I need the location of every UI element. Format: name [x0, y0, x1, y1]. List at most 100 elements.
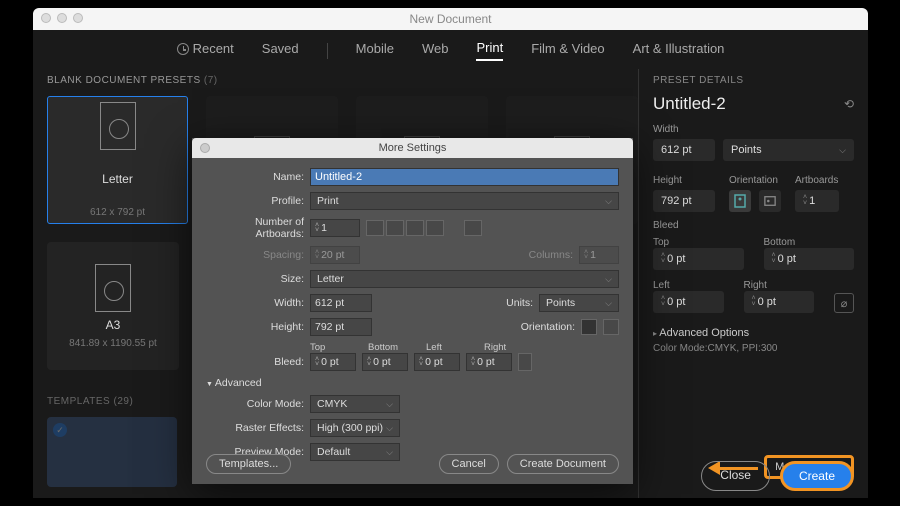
bleed-left-field[interactable]: ˄˅0 pt: [653, 291, 724, 313]
page-icon: [100, 102, 136, 150]
preset-details-panel: PRESET DETAILS Untitled-2 ⟲ Width 612 pt…: [638, 69, 868, 498]
size-select[interactable]: Letter⌵: [310, 270, 619, 288]
height-label: Height:: [206, 321, 304, 333]
clock-icon: [177, 43, 189, 55]
dialog-titlebar: More Settings: [192, 138, 633, 158]
columns-input: ˄˅1: [579, 246, 619, 264]
create-document-button[interactable]: Create Document: [507, 454, 619, 474]
height-input[interactable]: 792 pt: [310, 318, 372, 336]
profile-label: Profile:: [206, 195, 304, 207]
tab-film-video[interactable]: Film & Video: [531, 41, 604, 60]
spacing-label: Spacing:: [206, 249, 304, 261]
preset-name: Letter: [102, 172, 133, 186]
chevron-down-icon: ⌵: [605, 274, 612, 285]
units-select[interactable]: Points⌵: [539, 294, 619, 312]
category-tabs: Recent Saved Mobile Web Print Film & Vid…: [33, 30, 868, 69]
tab-print[interactable]: Print: [476, 40, 503, 61]
bleed-top-field[interactable]: ˄˅0 pt: [653, 248, 744, 270]
advanced-toggle[interactable]: Advanced: [206, 377, 619, 389]
chevron-down-icon: ⌵: [605, 298, 612, 309]
panel-heading: PRESET DETAILS: [653, 75, 854, 86]
chevron-down-icon: ⌵: [839, 145, 846, 156]
bleed-left-input[interactable]: ˄˅0 pt: [414, 353, 460, 371]
tab-web[interactable]: Web: [422, 41, 449, 60]
tab-mobile[interactable]: Mobile: [356, 41, 394, 60]
size-label: Size:: [206, 273, 304, 285]
traffic-lights: [41, 13, 83, 23]
color-mode-info: Color Mode:CMYK, PPI:300: [653, 343, 854, 354]
name-label: Name:: [206, 171, 304, 183]
artboards-input[interactable]: ˄˅1: [310, 219, 360, 237]
orientation-label: Orientation: [729, 175, 781, 186]
height-field[interactable]: 792 pt: [653, 190, 715, 212]
minimize-window-icon[interactable]: [57, 13, 67, 23]
tab-divider: [327, 43, 328, 59]
color-mode-select[interactable]: CMYK⌵: [310, 395, 400, 413]
orientation-label: Orientation:: [521, 321, 575, 333]
bleed-label: Bleed:: [206, 356, 304, 368]
height-label: Height: [653, 175, 715, 186]
document-name[interactable]: Untitled-2 ⟲: [653, 94, 854, 114]
name-input[interactable]: Untitled-2: [310, 168, 619, 186]
preset-size: 612 x 792 pt: [90, 207, 145, 218]
tab-recent[interactable]: Recent: [177, 41, 234, 60]
width-label: Width:: [206, 297, 304, 309]
orientation-landscape-icon[interactable]: [603, 319, 619, 335]
template-card[interactable]: ✓: [47, 417, 177, 487]
grid-by-col-icon[interactable]: [386, 220, 404, 236]
artboards-label: Number of Artboards:: [206, 216, 304, 240]
bleed-bottom-input[interactable]: ˄˅0 pt: [362, 353, 408, 371]
link-bleed-icon[interactable]: [518, 353, 532, 371]
check-icon: ✓: [53, 423, 67, 437]
zoom-window-icon[interactable]: [73, 13, 83, 23]
tab-saved[interactable]: Saved: [262, 41, 299, 60]
preset-a3[interactable]: A3 841.89 x 1190.55 pt: [47, 242, 179, 370]
advanced-options-toggle[interactable]: Advanced Options: [653, 327, 854, 339]
tab-art-illustration[interactable]: Art & Illustration: [633, 41, 725, 60]
color-mode-label: Color Mode:: [206, 398, 304, 410]
grid-by-row-icon[interactable]: [366, 220, 384, 236]
cancel-button[interactable]: Cancel: [439, 454, 499, 474]
create-button[interactable]: Create: [780, 461, 854, 491]
artboards-field[interactable]: ˄˅1: [795, 190, 839, 212]
sync-icon[interactable]: ⟲: [844, 97, 854, 111]
bleed-right-input[interactable]: ˄˅0 pt: [466, 353, 512, 371]
presets-heading: BLANK DOCUMENT PRESETS (7): [47, 75, 638, 86]
close-dialog-icon[interactable]: [200, 143, 210, 153]
orientation-landscape[interactable]: [759, 190, 781, 212]
page-icon: [95, 264, 131, 312]
chevron-down-icon: ⌵: [386, 423, 393, 434]
grid-arrangement: [366, 220, 444, 236]
chevron-down-icon: ⌵: [386, 399, 393, 410]
more-settings-dialog: More Settings Name: Untitled-2 Profile: …: [192, 138, 633, 484]
window-title: New Document: [409, 12, 491, 26]
layout-direction-icon[interactable]: [464, 220, 482, 236]
templates-button[interactable]: Templates...: [206, 454, 291, 474]
units-label: Units:: [506, 297, 533, 309]
width-field[interactable]: 612 pt: [653, 139, 715, 161]
width-input[interactable]: 612 pt: [310, 294, 372, 312]
raster-select[interactable]: High (300 ppi)⌵: [310, 419, 400, 437]
preset-size: 841.89 x 1190.55 pt: [69, 338, 157, 349]
chevron-down-icon: ⌵: [605, 196, 612, 207]
close-button[interactable]: Close: [701, 461, 770, 491]
link-icon[interactable]: ⌀: [834, 293, 854, 313]
close-window-icon[interactable]: [41, 13, 51, 23]
arrange-row-icon[interactable]: [406, 220, 424, 236]
profile-select[interactable]: Print⌵: [310, 192, 619, 210]
bleed-top-input[interactable]: ˄˅0 pt: [310, 353, 356, 371]
preset-name: A3: [106, 318, 121, 332]
arrange-col-icon[interactable]: [426, 220, 444, 236]
window-titlebar: New Document: [33, 8, 868, 30]
columns-label: Columns:: [529, 249, 573, 261]
raster-label: Raster Effects:: [206, 422, 304, 434]
orientation-portrait-icon[interactable]: [581, 319, 597, 335]
spacing-input: ˄˅20 pt: [310, 246, 360, 264]
width-label: Width: [653, 124, 854, 135]
bleed-right-field[interactable]: ˄˅0 pt: [744, 291, 815, 313]
artboards-label: Artboards: [795, 175, 839, 186]
preset-letter[interactable]: Letter 612 x 792 pt: [47, 96, 188, 224]
orientation-portrait[interactable]: [729, 190, 751, 212]
bleed-bottom-field[interactable]: ˄˅0 pt: [764, 248, 855, 270]
units-select[interactable]: Points⌵: [723, 139, 854, 161]
